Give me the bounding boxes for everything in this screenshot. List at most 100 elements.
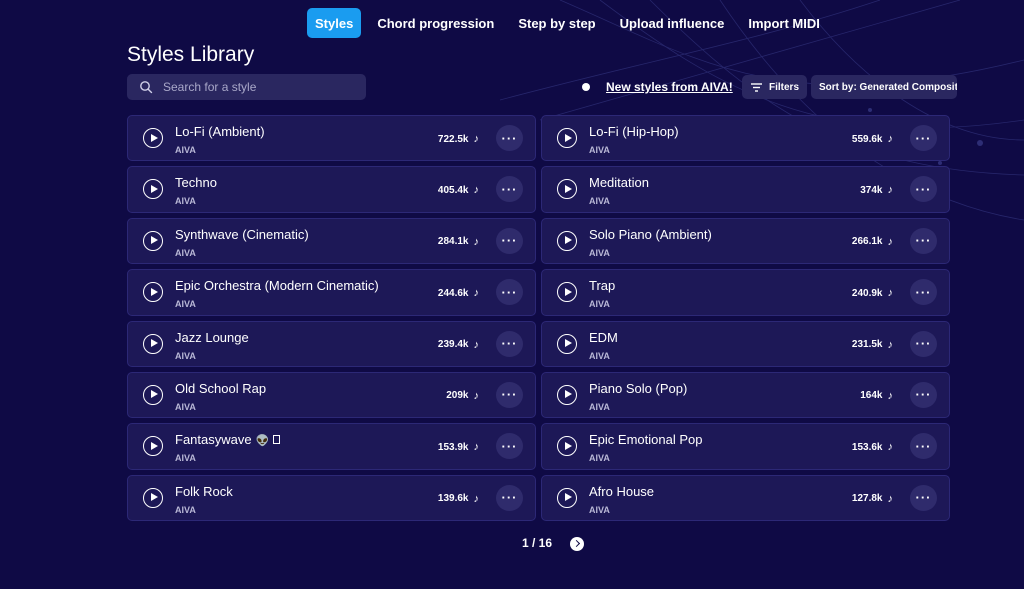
more-icon[interactable]: ··· — [496, 279, 523, 306]
music-note-icon: ♪ — [473, 133, 480, 145]
style-card[interactable]: Epic Emotional Pop AIVA 153.6k ♪ ··· — [541, 423, 950, 470]
more-icon[interactable]: ··· — [910, 279, 937, 306]
play-count: 722.5k ♪ — [437, 133, 480, 145]
more-icon[interactable]: ··· — [910, 176, 937, 203]
play-icon[interactable] — [143, 128, 163, 148]
play-count: 153.6k ♪ — [851, 441, 893, 454]
style-name: Piano Solo (Pop) — [589, 380, 688, 396]
music-note-icon: ♪ — [887, 235, 894, 248]
style-card[interactable]: Jazz Lounge AIVA 239.4k ♪ ··· — [127, 320, 536, 367]
play-icon[interactable] — [557, 384, 577, 405]
more-icon[interactable]: ··· — [910, 125, 937, 151]
style-name: Old School Rap — [175, 380, 267, 396]
play-count: 153.9k ♪ — [437, 441, 479, 454]
play-icon[interactable] — [143, 487, 163, 508]
sort-dropdown[interactable]: Sort by: Generated Compositions — [811, 75, 957, 99]
sort-label: Sort by: Generated Compositions — [819, 81, 957, 93]
play-icon[interactable] — [143, 179, 163, 200]
style-name: Epic Emotional Pop — [589, 432, 703, 448]
style-name: Meditation — [589, 175, 649, 191]
more-icon[interactable]: ··· — [496, 125, 523, 151]
style-name: Afro House — [589, 483, 655, 499]
play-count: 244.6k ♪ — [437, 287, 480, 300]
music-note-icon: ♪ — [473, 184, 480, 197]
style-card[interactable]: Lo-Fi (Ambient) AIVA 722.5k ♪ ··· — [127, 115, 536, 162]
tab-styles[interactable]: Styles — [307, 8, 362, 38]
play-count: 231.5k ♪ — [851, 338, 893, 351]
style-author: AIVA — [175, 299, 196, 310]
new-indicator-dot — [582, 83, 590, 91]
tab-chord-progression[interactable]: Chord progression — [369, 8, 502, 38]
more-icon[interactable]: ··· — [496, 227, 523, 254]
mobile-icon — [273, 435, 281, 445]
filters-label: Filters — [769, 81, 800, 93]
style-name: Solo Piano (Ambient) — [589, 226, 712, 242]
play-icon[interactable] — [557, 179, 577, 200]
play-icon[interactable] — [143, 333, 163, 354]
style-card[interactable]: Techno AIVA 405.4k ♪ ··· — [127, 166, 536, 213]
style-author: AIVA — [589, 350, 610, 361]
style-name: Techno — [175, 175, 217, 191]
play-icon[interactable] — [143, 230, 163, 251]
more-icon[interactable]: ··· — [910, 330, 937, 357]
style-card[interactable]: Solo Piano (Ambient) AIVA 266.1k ♪ ··· — [541, 217, 950, 265]
style-card[interactable]: EDM AIVA 231.5k ♪ ··· — [541, 320, 950, 367]
more-icon[interactable]: ··· — [910, 433, 937, 460]
style-author: AIVA — [589, 453, 610, 464]
next-page-icon[interactable] — [570, 537, 584, 551]
more-icon[interactable]: ··· — [910, 381, 937, 408]
play-icon[interactable] — [557, 282, 577, 303]
style-name: EDM — [589, 329, 618, 345]
more-icon[interactable]: ··· — [496, 330, 523, 357]
more-icon[interactable]: ··· — [496, 176, 523, 203]
page-title: Styles Library — [127, 43, 255, 66]
play-icon[interactable] — [143, 384, 163, 405]
search-box[interactable] — [127, 74, 366, 100]
style-author: AIVA — [175, 350, 196, 361]
style-card[interactable]: Synthwave (Cinematic) AIVA 284.1k ♪ ··· — [127, 217, 536, 265]
style-author: AIVA — [589, 247, 610, 258]
style-card[interactable]: Epic Orchestra (Modern Cinematic) AIVA 2… — [127, 269, 536, 316]
play-count: 240.9k ♪ — [851, 287, 893, 300]
play-icon[interactable] — [557, 230, 577, 251]
style-name: Fantasywave 👽 — [175, 432, 281, 448]
top-navigation: Styles Chord progression Step by step Up… — [307, 8, 836, 38]
play-icon[interactable] — [557, 487, 577, 508]
style-card[interactable]: Afro House AIVA 127.8k ♪ ··· — [541, 474, 950, 522]
play-icon[interactable] — [557, 128, 577, 148]
play-icon[interactable] — [557, 436, 577, 457]
style-author: AIVA — [589, 504, 610, 515]
style-card[interactable]: Fantasywave 👽 AIVA 153.9k ♪ ··· — [127, 423, 536, 470]
more-icon[interactable]: ··· — [496, 433, 523, 460]
play-count: 239.4k ♪ — [437, 338, 480, 351]
style-card[interactable]: Old School Rap AIVA 209k ♪ ··· — [127, 371, 536, 419]
style-author: AIVA — [175, 196, 196, 207]
more-icon[interactable]: ··· — [496, 484, 523, 511]
style-name: Lo-Fi (Ambient) — [175, 124, 265, 139]
play-count: 127.8k ♪ — [851, 492, 894, 505]
play-count: 266.1k ♪ — [851, 235, 894, 248]
style-card[interactable]: Folk Rock AIVA 139.6k ♪ ··· — [127, 474, 536, 522]
search-input[interactable] — [163, 80, 353, 94]
filters-button[interactable]: Filters — [742, 75, 807, 99]
play-icon[interactable] — [143, 282, 163, 303]
music-note-icon: ♪ — [887, 492, 894, 505]
tab-upload-influence[interactable]: Upload influence — [612, 8, 733, 38]
style-card[interactable]: Lo-Fi (Hip-Hop) AIVA 559.6k ♪ ··· — [541, 115, 950, 162]
style-card[interactable]: Meditation AIVA 374k ♪ ··· — [541, 166, 950, 213]
tab-step-by-step[interactable]: Step by step — [510, 8, 603, 38]
music-note-icon: ♪ — [473, 287, 480, 300]
more-icon[interactable]: ··· — [910, 484, 937, 511]
tab-import-midi[interactable]: Import MIDI — [740, 8, 828, 38]
music-note-icon: ♪ — [473, 338, 480, 351]
play-icon[interactable] — [143, 436, 163, 457]
style-card[interactable]: Trap AIVA 240.9k ♪ ··· — [541, 269, 950, 316]
alien-emoji-icon: 👽 — [255, 435, 270, 448]
play-count: 139.6k ♪ — [437, 492, 479, 505]
play-icon[interactable] — [557, 333, 577, 354]
more-icon[interactable]: ··· — [910, 227, 937, 254]
style-name: Epic Orchestra (Modern Cinematic) — [175, 278, 379, 294]
more-icon[interactable]: ··· — [496, 381, 523, 408]
style-card[interactable]: Piano Solo (Pop) AIVA 164k ♪ ··· — [541, 371, 950, 419]
new-styles-link[interactable]: New styles from AIVA! — [606, 80, 733, 94]
